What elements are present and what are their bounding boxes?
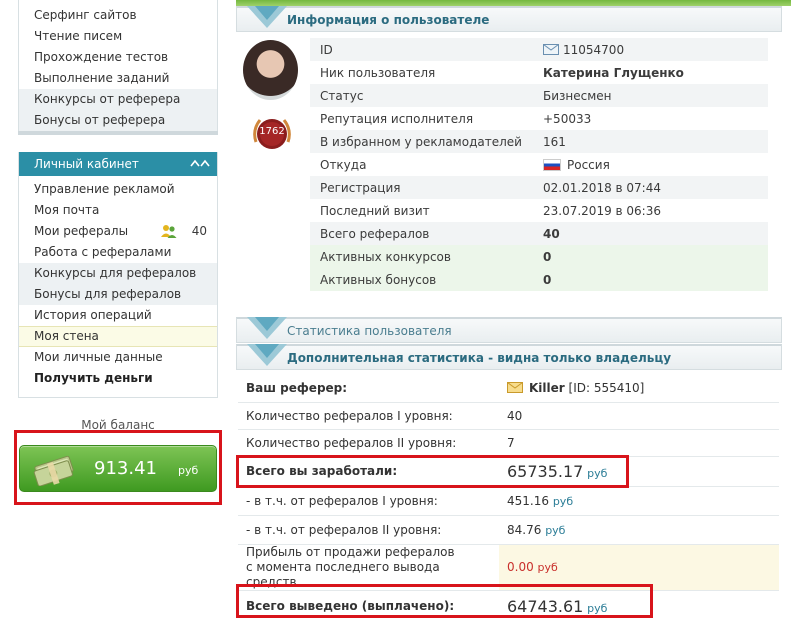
referrer-name[interactable]: Killer — [529, 381, 565, 395]
rating-number: 1762 — [259, 126, 285, 137]
info-value-nick: Катерина Глущенко — [543, 65, 684, 80]
menu-item-get-money[interactable]: Получить деньги — [19, 368, 217, 389]
balance-highlight-box — [14, 430, 222, 505]
section-triangle-icon — [247, 6, 287, 28]
menu-item-surfing[interactable]: Серфинг сайтов — [19, 5, 217, 26]
info-value-status: Бизнесмен — [543, 84, 768, 107]
info-row-status: Статус Бизнесмен — [310, 84, 768, 107]
stats-row-earned-l1: - в т.ч. от рефералов I уровня: 451.16 р… — [238, 485, 779, 515]
user-avatar — [243, 40, 298, 100]
earned-l1-value: 451.16 руб — [499, 485, 779, 515]
menu-item-my-referrals[interactable]: Мои рефералы 40 — [19, 221, 217, 242]
menu-item-ads-management[interactable]: Управление рекламой — [19, 179, 217, 200]
info-row-nick: Ник пользователя Катерина Глущенко — [310, 61, 768, 84]
russia-flag-icon — [543, 158, 561, 171]
menu-item-mail-reading[interactable]: Чтение писем — [19, 26, 217, 47]
user-stats-title: Статистика пользователя — [287, 324, 452, 338]
extra-stats-header[interactable]: Дополнительная статистика - видна только… — [236, 344, 782, 370]
menu-item-referer-bonuses[interactable]: Бонусы от реферера — [19, 110, 217, 131]
menu-item-history[interactable]: История операций — [19, 305, 217, 326]
stats-row-refs-l1: Количество рефералов I уровня: 40 — [238, 401, 779, 429]
info-key: В избранном у рекламодателей — [310, 130, 543, 153]
mail-envelope-icon[interactable] — [543, 43, 559, 55]
info-value-country: Россия — [543, 153, 768, 176]
cabinet-title: Личный кабинет — [34, 157, 139, 171]
menu-item-referral-bonuses[interactable]: Бонусы для рефералов — [19, 284, 217, 305]
info-row-active-contests: Активных конкурсов 0 — [310, 245, 768, 268]
info-key: Активных бонусов — [310, 268, 543, 291]
info-row-id: ID 11054700 — [310, 38, 768, 61]
referrals-count: 40 — [191, 224, 207, 238]
referrer-label: Ваш реферер: — [246, 380, 348, 395]
section-triangle-icon — [247, 317, 287, 339]
info-row-favorites: В избранном у рекламодателей 161 — [310, 130, 768, 153]
menu-item-referral-contests[interactable]: Конкурсы для рефералов — [19, 263, 217, 284]
info-value-id: 11054700 — [543, 38, 768, 61]
withdrawn-highlight-box — [236, 584, 653, 618]
menu-item-tasks[interactable]: Выполнение заданий — [19, 68, 217, 89]
info-key: Регистрация — [310, 176, 543, 199]
stats-row-refs-l2: Количество рефералов II уровня: 7 — [238, 428, 779, 456]
info-key: Откуда — [320, 157, 367, 172]
menu-item-referral-work[interactable]: Работа с рефералами — [19, 242, 217, 263]
info-key: Статус — [310, 84, 543, 107]
info-value-favorites: 161 — [543, 130, 768, 153]
menu-item-my-referrals-label: Мои рефералы — [34, 224, 129, 238]
user-info-header[interactable]: Информация о пользователе — [236, 6, 782, 32]
earned-highlight-box — [236, 455, 629, 488]
referrer-value: Killer [ID: 555410] — [499, 374, 779, 402]
refs-l1-value: 40 — [499, 401, 779, 429]
menu-item-personal-data[interactable]: Мои личные данные — [19, 347, 217, 368]
section-triangle-icon — [247, 344, 287, 366]
extra-stats-title: Дополнительная статистика - видна только… — [287, 351, 672, 365]
stats-row-referrer: Ваш реферер: Killer [ID: 555410] — [238, 374, 779, 402]
info-key: Всего рефералов — [310, 222, 543, 245]
info-value-total-referrals: 40 — [543, 222, 768, 245]
info-value-reputation: +50033 — [543, 111, 592, 126]
info-row-last-visit: Последний визит 23.07.2019 в 06:36 — [310, 199, 768, 222]
refs-l2-label: Количество рефералов II уровня: — [238, 428, 499, 456]
cabinet-header[interactable]: Личный кабинет — [19, 152, 217, 176]
info-value-last-visit: 23.07.2019 в 06:36 — [543, 203, 661, 218]
info-key: Активных конкурсов — [310, 245, 543, 268]
menu-item-tests[interactable]: Прохождение тестов — [19, 47, 217, 68]
info-value-registration: 02.01.2018 в 07:44 — [543, 176, 768, 199]
info-row-active-bonuses: Активных бонусов 0 — [310, 268, 768, 291]
info-key: ID — [310, 38, 543, 61]
referrals-people-icon — [161, 225, 177, 238]
earned-l2-value: 84.76 руб — [499, 514, 779, 544]
refs-l1-label: Количество рефералов I уровня: — [238, 401, 499, 429]
info-row-total-referrals: Всего рефералов 40 — [310, 222, 768, 245]
envelope-letter-icon[interactable] — [507, 381, 523, 393]
user-stats-header[interactable]: Статистика пользователя — [236, 317, 782, 343]
info-value-active-bonuses: 0 — [543, 268, 768, 291]
info-key: Последний визит — [320, 203, 430, 218]
info-key: Репутация исполнителя — [320, 111, 474, 126]
refs-l2-value: 7 — [499, 428, 779, 456]
menu-item-my-mail[interactable]: Моя почта — [19, 200, 217, 221]
earned-l1-label: - в т.ч. от рефералов I уровня: — [238, 485, 499, 515]
info-row-country: Откуда Россия — [310, 153, 768, 176]
earn-menu: Серфинг сайтов Чтение писем Прохождение … — [18, 0, 218, 135]
cabinet-menu: Личный кабинет Управление рекламой Моя п… — [18, 152, 218, 398]
info-key: Ник пользователя — [320, 65, 436, 80]
referrer-id: [ID: 555410] — [568, 380, 645, 395]
info-row-reputation: Репутация исполнителя +50033 — [310, 107, 768, 130]
stats-row-earned-l2: - в т.ч. от рефералов II уровня: 84.76 р… — [238, 514, 779, 544]
collapse-chevron-icon[interactable] — [189, 157, 211, 169]
menu-bottom-divider — [18, 131, 218, 135]
menu-item-my-wall[interactable]: Моя стена — [19, 326, 217, 347]
user-info-title: Информация о пользователе — [287, 13, 490, 27]
info-value-active-contests: 0 — [543, 245, 768, 268]
user-info-table: ID 11054700 Ник пользователя Катерина Гл… — [310, 38, 768, 291]
menu-item-referer-contests[interactable]: Конкурсы от реферера — [19, 89, 217, 110]
earned-l2-label: - в т.ч. от рефералов II уровня: — [238, 514, 499, 544]
info-row-registration: Регистрация 02.01.2018 в 07:44 — [310, 176, 768, 199]
